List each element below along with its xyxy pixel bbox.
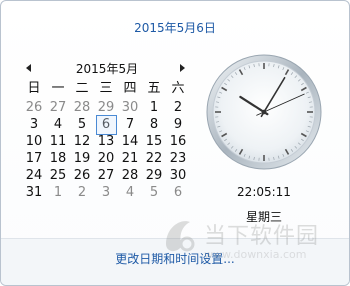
calendar-day[interactable]: 29 — [94, 99, 118, 116]
watermark-url: www.downxia.com — [204, 248, 307, 261]
calendar-day[interactable]: 5 — [142, 184, 166, 201]
calendar-day[interactable]: 14 — [118, 133, 142, 150]
weekday-header: 二 — [75, 81, 89, 96]
calendar-day[interactable]: 25 — [46, 167, 70, 184]
calendar-day[interactable]: 13 — [94, 133, 118, 150]
calendar-day[interactable]: 9 — [166, 116, 190, 133]
full-date-link[interactable]: 2015年5月6日 — [0, 19, 350, 36]
calendar-day[interactable]: 12 — [70, 133, 94, 150]
watermark: 当下软件园 www.downxia.com — [160, 212, 340, 282]
analog-clock — [206, 54, 322, 170]
calendar-day[interactable]: 2 — [166, 99, 190, 116]
calendar-day[interactable]: 26 — [22, 99, 46, 116]
calendar-day-selected[interactable]: 6 — [94, 115, 118, 135]
calendar-header: 2015年5月 — [22, 58, 194, 80]
watermark-logo-icon — [166, 221, 195, 252]
calendar-day[interactable]: 3 — [22, 116, 46, 133]
weekday-header: 日 — [27, 81, 41, 96]
calendar-day[interactable]: 21 — [118, 150, 142, 167]
clock-center — [261, 109, 267, 115]
calendar-day[interactable]: 27 — [94, 167, 118, 184]
calendar-day[interactable]: 5 — [70, 116, 94, 133]
chevron-right-icon[interactable] — [178, 62, 188, 74]
calendar-day[interactable]: 17 — [22, 150, 46, 167]
calendar-grid: 日一二三四五六 26 27 28 29 30 1 2 3 4 5 6 7 8 9 10 11 12 13 14 15 16… — [22, 80, 194, 201]
calendar-day[interactable]: 4 — [46, 116, 70, 133]
calendar-day[interactable]: 6 — [166, 184, 190, 201]
calendar-day[interactable]: 2 — [70, 184, 94, 201]
calendar-day[interactable]: 10 — [22, 133, 46, 150]
calendar-day[interactable]: 1 — [46, 184, 70, 201]
calendar-day[interactable]: 26 — [70, 167, 94, 184]
weekday-header: 三 — [99, 81, 113, 96]
calendar-day[interactable]: 11 — [46, 133, 70, 150]
weekday-header: 四 — [123, 81, 137, 96]
calendar-day[interactable]: 19 — [70, 150, 94, 167]
calendar-day[interactable]: 18 — [46, 150, 70, 167]
month-title[interactable]: 2015年5月 — [52, 60, 162, 77]
weekday-header: 一 — [51, 81, 65, 96]
weekday-header: 六 — [171, 81, 185, 96]
calendar-day[interactable]: 20 — [94, 150, 118, 167]
calendar-day[interactable]: 23 — [166, 150, 190, 167]
calendar-day[interactable]: 1 — [142, 99, 166, 116]
calendar-day[interactable]: 8 — [142, 116, 166, 133]
calendar-day[interactable]: 27 — [46, 99, 70, 116]
calendar-day[interactable]: 31 — [22, 184, 46, 201]
chevron-left-icon[interactable] — [24, 62, 34, 74]
calendar-day[interactable]: 24 — [22, 167, 46, 184]
calendar-day[interactable]: 29 — [142, 167, 166, 184]
calendar-day[interactable]: 28 — [70, 99, 94, 116]
watermark-text: 当下软件园 — [204, 224, 320, 249]
calendar-day[interactable]: 4 — [118, 184, 142, 201]
calendar-day[interactable]: 22 — [142, 150, 166, 167]
calendar-day[interactable]: 30 — [166, 167, 190, 184]
calendar-day[interactable]: 28 — [118, 167, 142, 184]
weekday-header: 五 — [147, 81, 161, 96]
calendar-day[interactable]: 16 — [166, 133, 190, 150]
digital-time: 22:05:11 — [237, 185, 291, 199]
calendar: 2015年5月 日一二三四五六 26 27 28 29 30 1 2 3 4 5 6 7 8 9 10 11 12… — [22, 58, 194, 201]
calendar-day[interactable]: 30 — [118, 99, 142, 116]
calendar-day[interactable]: 15 — [142, 133, 166, 150]
calendar-day[interactable]: 3 — [94, 184, 118, 201]
calendar-day[interactable]: 7 — [118, 116, 142, 133]
